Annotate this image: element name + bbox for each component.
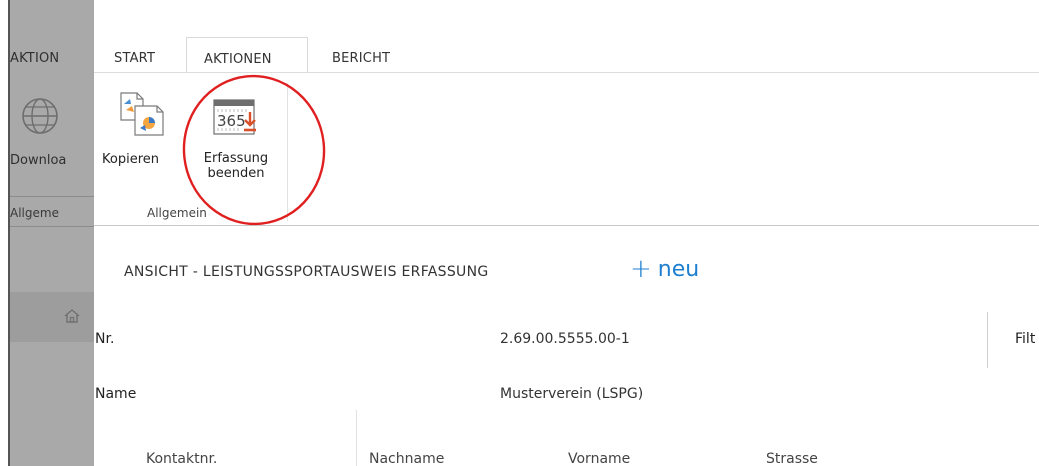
- calendar-365-text: 365: [217, 112, 246, 130]
- tab-bericht[interactable]: BERICHT: [332, 51, 390, 66]
- nr-value: 2.69.00.5555.00-1: [500, 331, 630, 347]
- kopieren-label: Kopieren: [102, 152, 159, 167]
- page-title: ANSICHT - LEISTUNGSSPORTAUSWEIS ERFASSUN…: [124, 264, 489, 280]
- window-edge: [8, 0, 10, 466]
- divider: [987, 312, 988, 368]
- column-divider: [356, 410, 357, 466]
- tab-aktionen[interactable]: AKTIONEN: [186, 37, 308, 73]
- nr-label: Nr.: [95, 331, 115, 347]
- erfassung-label-line1: Erfassung: [203, 151, 269, 166]
- highlight-annotation-ellipse: [182, 74, 326, 226]
- home-icon[interactable]: [63, 307, 81, 325]
- new-button-label: neu: [657, 257, 700, 282]
- ribbon-group-label: Allgemein: [147, 206, 207, 220]
- app-window: AKTION Downloa Allgeme START AKTIONEN BE…: [0, 0, 1039, 466]
- copy-documents-icon: [120, 92, 164, 136]
- erfassung-label-line2: beenden: [207, 166, 265, 181]
- column-header-strasse[interactable]: Strasse: [766, 451, 818, 466]
- name-label: Name: [95, 386, 137, 402]
- ribbon-tab-divider: [94, 72, 1039, 73]
- erfassung-beenden-label: Erfassung beenden: [192, 151, 280, 181]
- background-tab-aktionen[interactable]: AKTION: [10, 51, 59, 66]
- filter-label[interactable]: Filt: [1015, 331, 1035, 347]
- column-header-kontaktnr[interactable]: Kontaktnr.: [146, 451, 217, 466]
- column-header-vorname[interactable]: Vorname: [568, 451, 630, 466]
- background-group-label: Allgeme: [10, 206, 59, 220]
- background-app-pane: AKTION Downloa Allgeme: [8, 0, 94, 466]
- ribbon-bottom-divider: [94, 225, 1039, 226]
- divider: [8, 196, 94, 197]
- ribbon-group-divider: [287, 83, 288, 221]
- plus-icon: +: [630, 253, 652, 284]
- column-header-nachname[interactable]: Nachname: [369, 451, 444, 466]
- divider: [8, 226, 94, 227]
- tab-start[interactable]: START: [114, 51, 155, 66]
- tab-aktionen-label: AKTIONEN: [204, 52, 272, 67]
- nav-band: [8, 292, 94, 342]
- new-button[interactable]: + neu: [630, 253, 700, 284]
- name-value: Musterverein (LSPG): [500, 386, 644, 402]
- calendar-365-download-icon: 365: [213, 99, 256, 135]
- download-button-label[interactable]: Downloa: [10, 153, 66, 168]
- globe-icon: [22, 98, 58, 134]
